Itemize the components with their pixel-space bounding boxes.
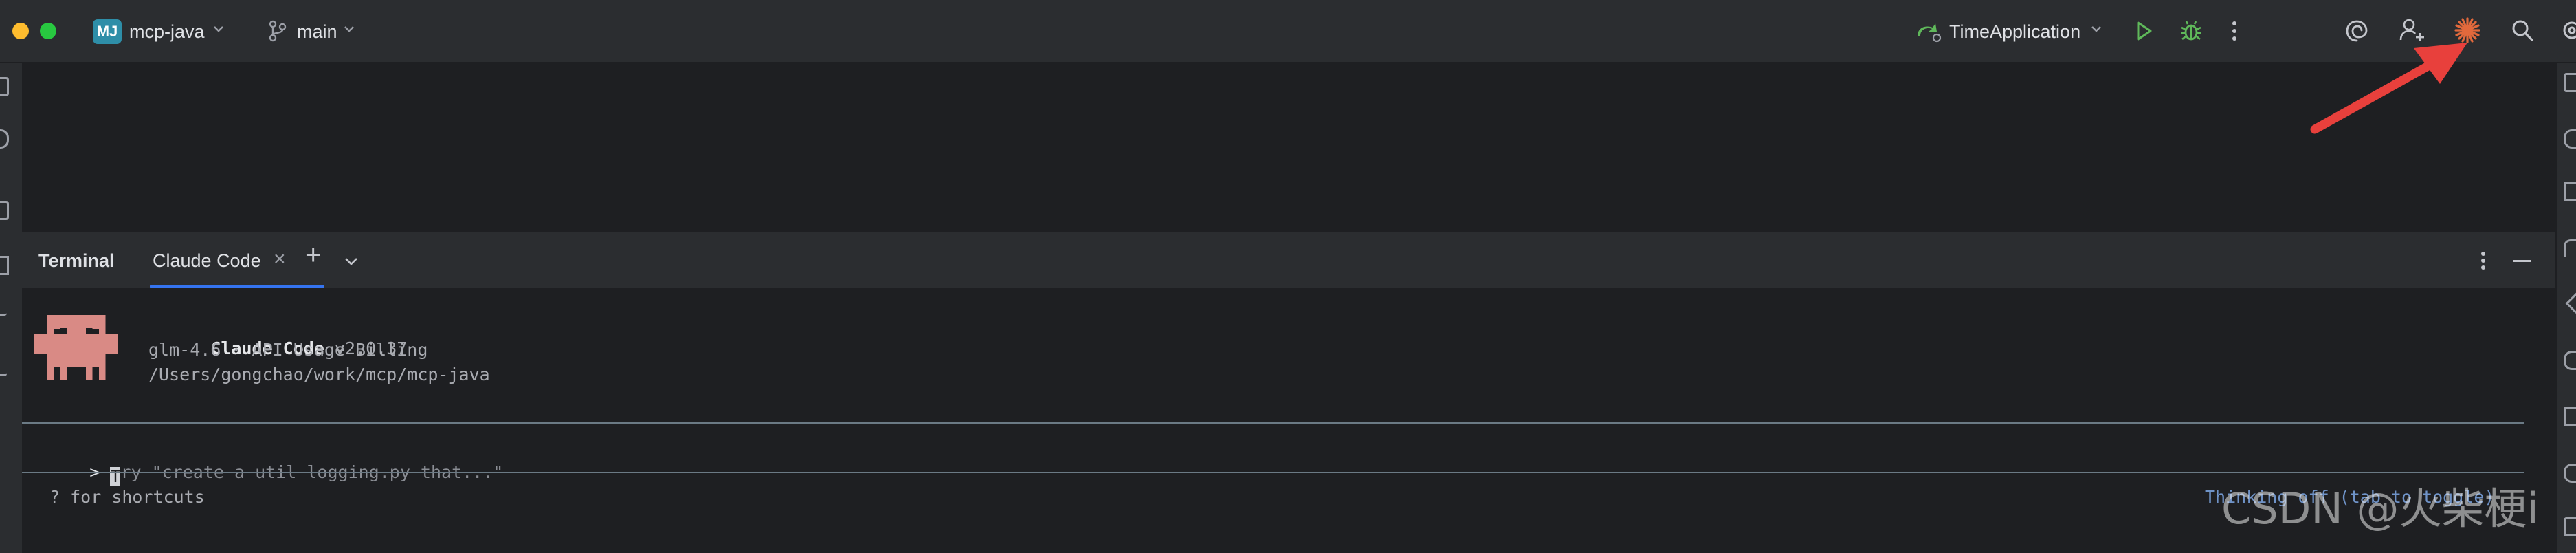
more-vertical-icon[interactable] [2230, 18, 2239, 44]
database-tool-icon[interactable] [2564, 182, 2576, 201]
run-tool-icon[interactable] [0, 311, 7, 316]
bookmarks-tool-icon[interactable] [0, 256, 9, 275]
add-user-icon[interactable] [2399, 17, 2426, 44]
model-billing-line: glm-4.6 · API Usage Billing [148, 340, 428, 360]
run-play-icon[interactable] [2133, 19, 2154, 43]
project-badge[interactable]: MJ [93, 19, 122, 44]
tab-dropdown-chevron-icon[interactable] [342, 253, 360, 270]
structure-tool-icon[interactable] [0, 201, 9, 220]
prompt-bottom-border [22, 472, 2524, 473]
terminal-tool-icon[interactable] [0, 371, 7, 376]
commit-tool-icon[interactable] [0, 129, 9, 149]
coverage-tool-icon[interactable] [2564, 517, 2576, 536]
panel-more-icon[interactable] [2478, 249, 2488, 272]
terminal-body[interactable]: Claude Code v2.0.37 glm-4.6 · API Usage … [22, 288, 2555, 553]
ai-assistant-icon[interactable] [2344, 18, 2370, 44]
ide-window: MJ mcp-java main TimeApplication Termina… [0, 0, 2576, 553]
endpoints-tool-icon[interactable] [2564, 464, 2576, 483]
project-name[interactable]: mcp-java [129, 20, 205, 43]
window-minimize-button[interactable] [12, 23, 29, 39]
search-icon[interactable] [2510, 18, 2535, 43]
chevron-down-icon[interactable] [2089, 22, 2103, 36]
panel-minimize-icon[interactable] [2513, 260, 2531, 262]
settings-gear-icon[interactable] [2560, 18, 2576, 43]
working-directory: /Users/gongchao/work/mcp/mcp-java [148, 365, 490, 384]
notifications-tool-icon[interactable] [2564, 73, 2576, 92]
watermark-text: CSDN @火柴梗i [2221, 484, 2539, 534]
shortcuts-hint: ? for shortcuts [49, 487, 205, 507]
right-tool-strip [2555, 63, 2576, 553]
chevron-down-icon[interactable] [342, 22, 356, 36]
run-config-icon [1918, 23, 1942, 43]
claude-mascot-icon [34, 315, 119, 380]
terminal-panel-header: Terminal Claude Code × + [22, 231, 2555, 289]
claude-spark-icon[interactable] [2454, 17, 2481, 44]
close-tab-icon[interactable]: × [274, 248, 286, 271]
prompt-cursor: T [110, 467, 121, 486]
prompt-top-border [22, 422, 2524, 424]
editor-area[interactable] [22, 63, 2557, 230]
ai-chat-tool-icon[interactable] [2564, 129, 2576, 149]
git-branch-icon [269, 20, 287, 42]
tab-claude-code[interactable]: Claude Code [153, 249, 261, 272]
add-tab-button[interactable]: + [305, 241, 321, 269]
project-tool-icon[interactable] [0, 77, 9, 96]
window-zoom-button[interactable] [40, 23, 56, 39]
gradle-tool-icon[interactable] [2565, 292, 2576, 314]
branch-name[interactable]: main [297, 20, 337, 43]
debug-bug-icon[interactable] [2179, 18, 2203, 44]
title-bar: MJ mcp-java main TimeApplication [0, 0, 2576, 63]
run-config-name[interactable]: TimeApplication [1949, 20, 2080, 43]
maven-tool-icon[interactable] [2564, 239, 2576, 257]
plugins-tool-icon[interactable] [2564, 351, 2576, 370]
documents-tool-icon[interactable] [2564, 407, 2576, 426]
panel-title-terminal[interactable]: Terminal [38, 249, 115, 272]
chevron-down-icon[interactable] [212, 22, 225, 36]
left-tool-strip [0, 63, 22, 553]
